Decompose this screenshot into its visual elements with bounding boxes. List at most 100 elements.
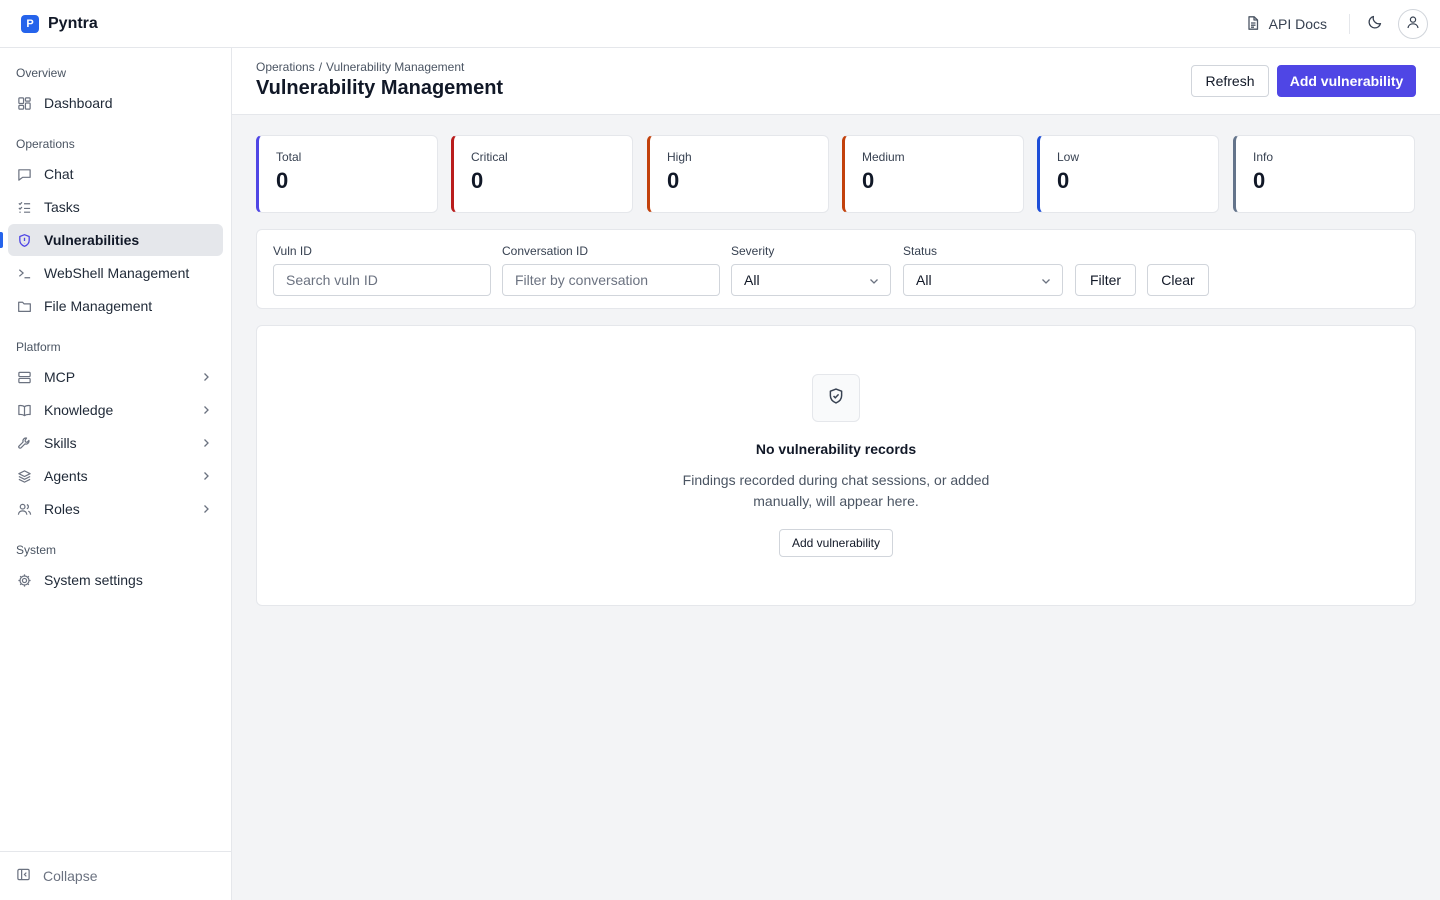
chevron-down-icon xyxy=(868,274,880,290)
brand-name: Pyntra xyxy=(48,14,98,32)
collapse-button[interactable]: Collapse xyxy=(0,851,231,900)
moon-icon xyxy=(1367,14,1383,35)
chevron-right-icon xyxy=(199,403,213,417)
user-icon xyxy=(1406,15,1420,34)
stat-label: Info xyxy=(1253,150,1274,164)
severity-value: All xyxy=(744,272,760,288)
stat-label: High xyxy=(667,150,692,164)
stat-card-info: Info 0 xyxy=(1233,135,1415,213)
section-title-platform: Platform xyxy=(16,340,61,354)
sidebar-item-label: Vulnerabilities xyxy=(44,232,140,248)
sidebar-item-webshell[interactable]: WebShell Management xyxy=(8,257,223,289)
sidebar-item-roles[interactable]: Roles xyxy=(8,493,223,525)
breadcrumb-separator: / xyxy=(318,60,323,74)
vuln-id-input[interactable] xyxy=(273,264,491,296)
sidebar-item-label: File Management xyxy=(44,298,153,314)
dashboard-icon xyxy=(16,95,32,111)
active-indicator xyxy=(0,232,3,248)
severity-label: Severity xyxy=(731,244,775,258)
api-docs-link[interactable]: API Docs xyxy=(1239,15,1333,34)
empty-state-icon-box xyxy=(812,374,860,422)
sidebar-item-tasks[interactable]: Tasks xyxy=(8,191,223,223)
vuln-id-label: Vuln ID xyxy=(273,244,312,258)
page-header: Operations / Vulnerability Management Vu… xyxy=(232,48,1440,115)
gear-icon xyxy=(16,572,32,588)
stat-card-low: Low 0 xyxy=(1037,135,1219,213)
users-icon xyxy=(16,501,32,517)
stat-label: Critical xyxy=(471,150,508,164)
book-icon xyxy=(16,402,32,418)
stat-card-total: Total 0 xyxy=(256,135,438,213)
add-vulnerability-button[interactable]: Add vulnerability xyxy=(1277,65,1416,97)
sidebar-collapse-icon xyxy=(16,867,31,885)
folder-icon xyxy=(16,298,32,314)
sidebar-item-dashboard[interactable]: Dashboard xyxy=(8,87,223,119)
page-title: Vulnerability Management xyxy=(256,77,504,99)
chevron-right-icon xyxy=(199,370,213,384)
theme-toggle-button[interactable] xyxy=(1364,13,1386,35)
empty-state-panel: No vulnerability records Findings record… xyxy=(256,325,1416,606)
sidebar-item-label: MCP xyxy=(44,369,76,385)
refresh-button[interactable]: Refresh xyxy=(1191,65,1269,97)
sidebar-item-mcp[interactable]: MCP xyxy=(8,361,223,393)
wrench-icon xyxy=(16,435,32,451)
sidebar-item-label: Chat xyxy=(44,166,74,182)
chevron-down-icon xyxy=(1040,274,1052,290)
status-value: All xyxy=(916,272,932,288)
empty-state-description: Findings recorded during chat sessions, … xyxy=(682,472,990,509)
divider xyxy=(1349,14,1350,34)
conversation-id-input[interactable] xyxy=(502,264,720,296)
stat-value: 0 xyxy=(276,168,289,193)
chevron-right-icon xyxy=(199,502,213,516)
stat-label: Medium xyxy=(862,150,905,164)
sidebar-item-skills[interactable]: Skills xyxy=(8,427,223,459)
server-icon xyxy=(16,369,32,385)
stat-card-medium: Medium 0 xyxy=(842,135,1024,213)
sidebar-item-knowledge[interactable]: Knowledge xyxy=(8,394,223,426)
status-select[interactable]: All xyxy=(903,264,1063,296)
user-avatar-button[interactable] xyxy=(1398,9,1428,39)
chevron-right-icon xyxy=(199,436,213,450)
brand-logo: P xyxy=(21,14,39,33)
sidebar-item-label: Tasks xyxy=(44,199,80,215)
top-bar: P Pyntra API Docs xyxy=(0,0,1440,48)
tasks-icon xyxy=(16,199,32,215)
section-title-overview: Overview xyxy=(16,66,67,80)
empty-add-vulnerability-button[interactable]: Add vulnerability xyxy=(779,529,893,557)
stat-value: 0 xyxy=(667,168,680,193)
stat-value: 0 xyxy=(1057,168,1070,193)
section-title-operations: Operations xyxy=(16,137,75,151)
status-label: Status xyxy=(903,244,938,258)
terminal-icon xyxy=(16,265,32,281)
stat-label: Low xyxy=(1057,150,1080,164)
stat-value: 0 xyxy=(862,168,875,193)
breadcrumb-item-current: Vulnerability Management xyxy=(326,60,465,74)
breadcrumb-item-operations[interactable]: Operations xyxy=(256,60,315,74)
filter-panel: Vuln ID Conversation ID Severity All Sta… xyxy=(256,229,1416,309)
stat-card-high: High 0 xyxy=(647,135,829,213)
sidebar-item-system-settings[interactable]: System settings xyxy=(8,564,223,596)
section-title-system: System xyxy=(16,543,57,557)
empty-state-title: No vulnerability records xyxy=(755,441,917,457)
document-icon xyxy=(1245,15,1261,34)
sidebar-item-agents[interactable]: Agents xyxy=(8,460,223,492)
breadcrumb: Operations / Vulnerability Management xyxy=(256,60,464,74)
sidebar-item-label: Dashboard xyxy=(44,95,113,111)
sidebar: Overview Dashboard Operations Chat Tasks… xyxy=(0,48,232,900)
brand[interactable]: P Pyntra xyxy=(21,14,98,33)
sidebar-item-vulnerabilities[interactable]: Vulnerabilities xyxy=(8,224,223,256)
stat-label: Total xyxy=(276,150,302,164)
sidebar-item-label: Skills xyxy=(44,435,77,451)
stat-value: 0 xyxy=(1253,168,1266,193)
sidebar-item-chat[interactable]: Chat xyxy=(8,158,223,190)
stat-card-critical: Critical 0 xyxy=(451,135,633,213)
collapse-label: Collapse xyxy=(43,868,98,884)
sidebar-item-label: Agents xyxy=(44,468,88,484)
severity-select[interactable]: All xyxy=(731,264,891,296)
api-docs-label: API Docs xyxy=(1268,16,1327,32)
clear-button[interactable]: Clear xyxy=(1147,264,1209,296)
sidebar-item-label: System settings xyxy=(44,572,143,588)
layers-icon xyxy=(16,468,32,484)
filter-button[interactable]: Filter xyxy=(1075,264,1136,296)
sidebar-item-file-management[interactable]: File Management xyxy=(8,290,223,322)
